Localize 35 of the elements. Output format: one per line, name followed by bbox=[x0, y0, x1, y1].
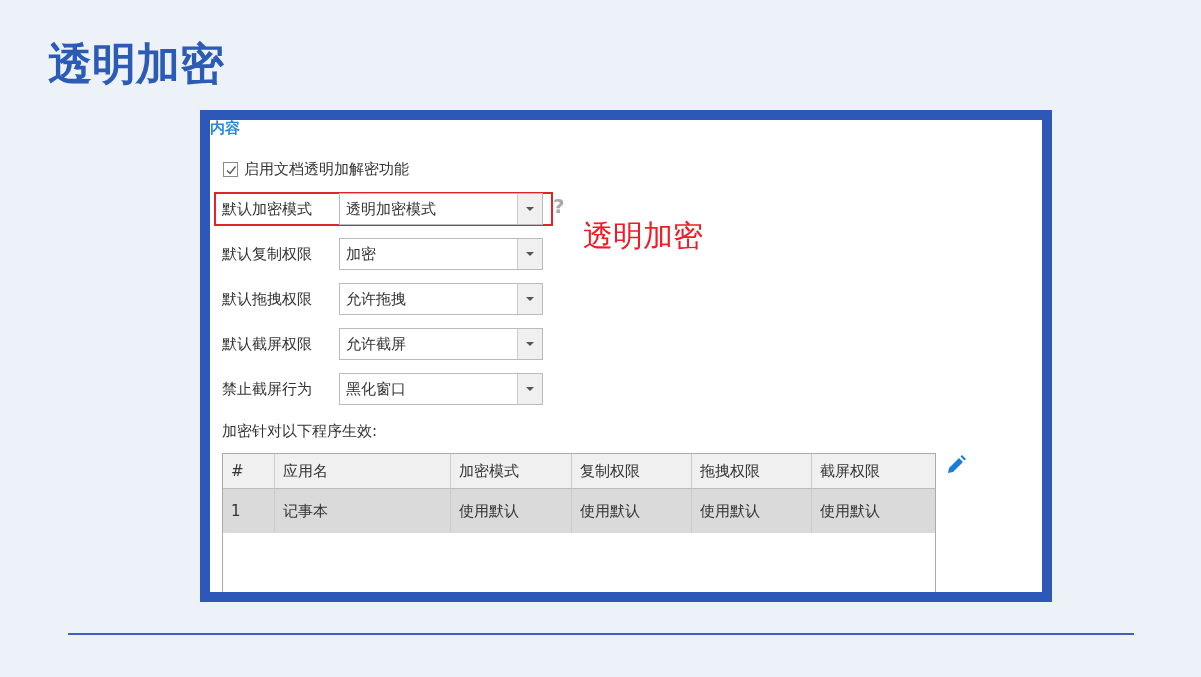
caret-icon bbox=[526, 342, 534, 346]
checkbox[interactable] bbox=[223, 162, 238, 177]
field-label: 默认拖拽权限 bbox=[222, 289, 313, 309]
column-header[interactable]: 截屏权限 bbox=[812, 454, 935, 489]
field-label: 禁止截屏行为 bbox=[222, 379, 313, 399]
caret-icon bbox=[526, 207, 534, 211]
slide-title: 透明加密 bbox=[48, 38, 224, 91]
field-label: 默认复制权限 bbox=[222, 244, 313, 264]
field-label: 默认截屏权限 bbox=[222, 334, 313, 354]
column-header[interactable]: 拖拽权限 bbox=[692, 454, 812, 489]
dropdown[interactable]: 黑化窗口 bbox=[339, 373, 543, 405]
table-caption: 加密针对以下程序生效: bbox=[222, 422, 378, 441]
caret-icon bbox=[526, 387, 534, 391]
checkbox-label: 启用文档透明加解密功能 bbox=[244, 160, 409, 179]
section-heading: 内容 bbox=[210, 120, 240, 138]
column-header[interactable]: 应用名 bbox=[275, 454, 451, 489]
caret-icon bbox=[526, 252, 534, 256]
column-header[interactable]: 加密模式 bbox=[451, 454, 572, 489]
field-label: 默认加密模式 bbox=[222, 199, 313, 219]
column-header[interactable]: 复制权限 bbox=[572, 454, 692, 489]
table-cell: 1 bbox=[223, 489, 275, 533]
table-cell: 使用默认 bbox=[572, 489, 692, 533]
table-cell: 使用默认 bbox=[692, 489, 812, 533]
dropdown[interactable]: 透明加密模式 bbox=[339, 193, 543, 225]
table-cell: 记事本 bbox=[275, 489, 451, 533]
table-row[interactable]: 1 记事本 使用默认 使用默认 使用默认 使用默认 bbox=[223, 489, 935, 533]
table-cell: 使用默认 bbox=[451, 489, 572, 533]
dropdown[interactable]: 加密 bbox=[339, 238, 543, 270]
pencil-icon[interactable] bbox=[946, 455, 966, 475]
table-cell-text: 使用默认 bbox=[819, 500, 881, 522]
caret-icon bbox=[526, 297, 534, 301]
column-header[interactable]: # bbox=[223, 454, 275, 489]
dropdown[interactable]: 允许拖拽 bbox=[339, 283, 543, 315]
dropdown[interactable]: 允许截屏 bbox=[339, 328, 543, 360]
annotation-text: 透明加密 bbox=[583, 217, 703, 255]
